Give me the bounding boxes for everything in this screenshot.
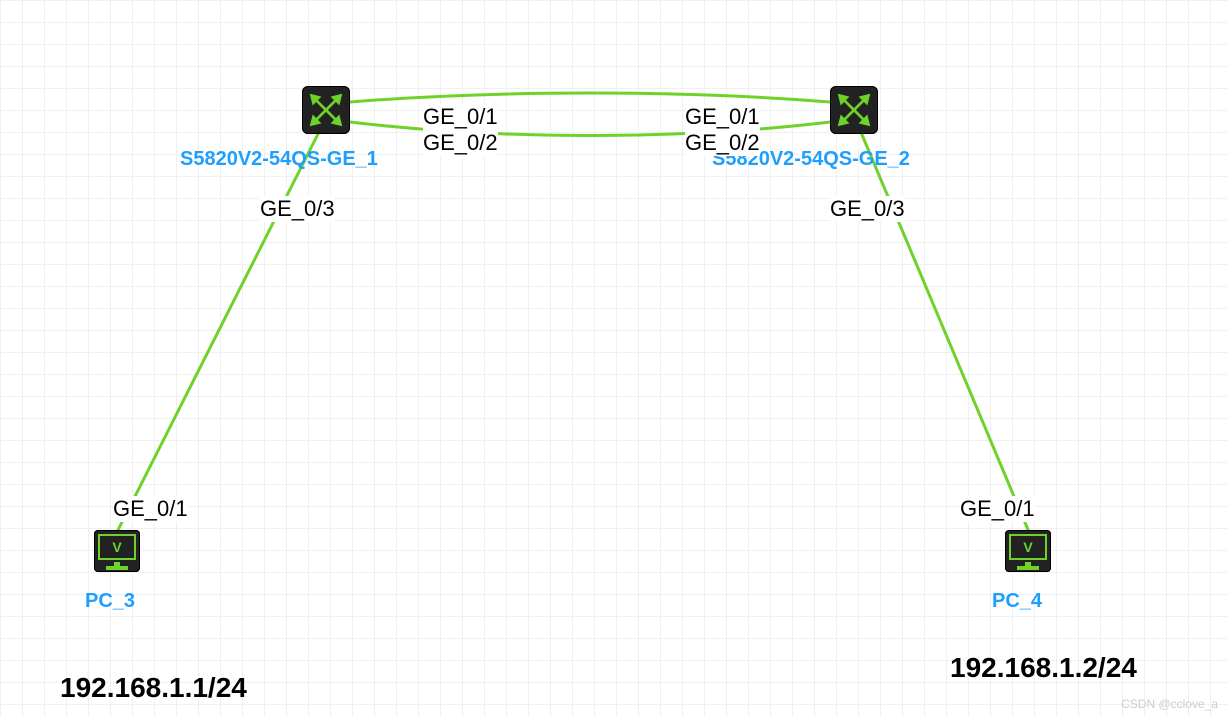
pc3-label[interactable]: PC_3 xyxy=(85,590,135,613)
port-label: GE_0/3 xyxy=(830,196,905,222)
switch-icon[interactable] xyxy=(302,86,350,134)
pc4-ip: 192.168.1.2/24 xyxy=(950,652,1137,684)
switch-icon[interactable] xyxy=(830,86,878,134)
port-label: GE_0/1 xyxy=(113,496,188,522)
router-arrows-icon xyxy=(308,92,344,128)
pc4-label[interactable]: PC_4 xyxy=(992,590,1042,613)
router-arrows-icon xyxy=(836,92,872,128)
port-label: GE_0/1 xyxy=(423,104,498,130)
port-label: GE_0/1 xyxy=(685,104,760,130)
port-label: GE_0/3 xyxy=(260,196,335,222)
pc-icon[interactable]: V xyxy=(94,530,140,572)
port-label: GE_0/1 xyxy=(960,496,1035,522)
switch1-label[interactable]: S5820V2-54QS-GE_1 xyxy=(180,148,378,171)
topology-canvas[interactable]: S5820V2-54QS-GE_1 S5820V2-54QS-GE_2 GE_0… xyxy=(0,0,1228,717)
vm-letter-icon: V xyxy=(1023,539,1032,555)
port-label: GE_0/2 xyxy=(423,130,498,156)
pc3-ip: 192.168.1.1/24 xyxy=(60,672,247,704)
port-label: GE_0/2 xyxy=(685,130,760,156)
vm-letter-icon: V xyxy=(112,539,121,555)
watermark: CSDN @cclove_a xyxy=(1121,697,1218,711)
link-layer xyxy=(0,0,1228,717)
pc-icon[interactable]: V xyxy=(1005,530,1051,572)
